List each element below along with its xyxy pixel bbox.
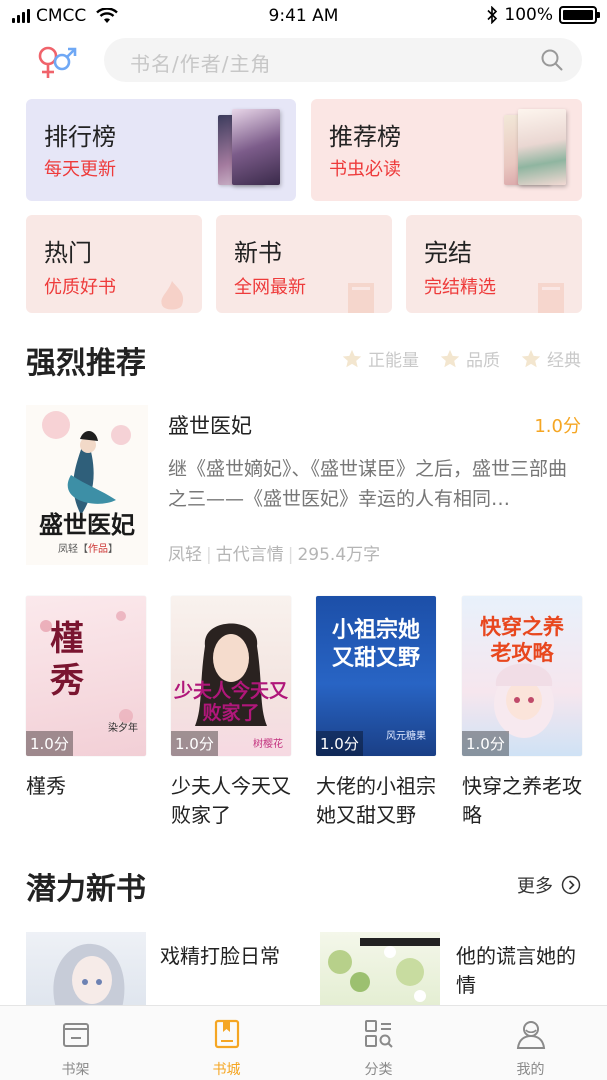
bookshelf-icon xyxy=(63,1023,89,1047)
book-title: 快穿之养老攻略 xyxy=(462,774,582,827)
book-deco-icon xyxy=(348,283,374,313)
book-cover-title: 少夫人今天又败家了 xyxy=(173,680,288,724)
flame-icon xyxy=(161,281,184,310)
new-subtitle: 全网最新 xyxy=(234,277,306,298)
featured-words: 295.4万字 xyxy=(297,545,381,565)
tab-profile[interactable]: 我的 xyxy=(455,1006,606,1080)
new-book-title: 他的谎言她的情 xyxy=(456,944,576,997)
hot-subtitle: 优质好书 xyxy=(44,277,116,298)
recommend-list-card[interactable]: 推荐榜 书虫必读 xyxy=(311,99,582,201)
finished-subtitle: 完结精选 xyxy=(424,277,496,298)
book-title: 少夫人今天又败家了 xyxy=(171,774,291,827)
tab-label: 书架 xyxy=(61,1062,90,1078)
tag-label: 品质 xyxy=(466,351,500,371)
tab-label: 我的 xyxy=(516,1062,545,1078)
book-deco-icon xyxy=(538,283,564,313)
book-cover: 小祖宗她又甜又野 风元糖果 1.0分 xyxy=(316,596,436,756)
tab-category[interactable]: 分类 xyxy=(303,1006,454,1080)
ranking-title: 排行榜 xyxy=(44,123,116,151)
more-label: 更多 xyxy=(517,876,553,897)
featured-book-meta: 凤轻 | 古代言情 | 295.4万字 xyxy=(168,545,381,565)
profile-icon xyxy=(516,1021,546,1049)
recommend-list-subtitle: 书虫必读 xyxy=(329,159,401,180)
featured-cover-title: 盛世医妃 xyxy=(39,510,135,539)
book-cover-author: 树樱花 xyxy=(253,739,283,750)
tag-label: 正能量 xyxy=(368,351,419,371)
book-item[interactable]: 槿秀 染夕年 1.0分 槿秀 xyxy=(26,596,148,830)
tab-bar: 书架 书城 分类 我的 xyxy=(0,1005,607,1080)
book-item[interactable]: 快穿之养老攻略 1.0分 快穿之养老攻略 xyxy=(462,596,584,830)
finished-card[interactable]: 完结 完结精选 xyxy=(406,215,582,313)
search-header: 书名/作者/主角 xyxy=(0,36,607,86)
book-title: 大佬的小祖宗她又甜又野 xyxy=(316,774,436,827)
star-icon xyxy=(440,349,460,367)
featured-cover-author: 凤轻【作品】 xyxy=(58,544,118,555)
book-cover-author: 染夕年 xyxy=(108,723,138,734)
book-cover-title: 小祖宗她又甜又野 xyxy=(331,617,420,671)
book-score: 1.0分 xyxy=(171,731,218,756)
featured-book-cover[interactable]: 盛世医妃 凤轻【作品】 xyxy=(26,405,148,565)
featured-book-score: 1.0分 xyxy=(534,416,581,437)
bluetooth-icon xyxy=(487,6,498,24)
status-bar: CMCC 9:41 AM 100% xyxy=(0,0,607,32)
recommend-book-stack xyxy=(504,109,566,191)
book-cover-author: 风元糖果 xyxy=(386,731,426,742)
book-item[interactable]: 少夫人今天又败家了 树樱花 1.0分 少夫人今天又败家了 xyxy=(171,596,293,830)
recommend-tags: 正能量 品质 经典 xyxy=(341,346,581,371)
book-item[interactable]: 小祖宗她又甜又野 风元糖果 1.0分 大佬的小祖宗她又甜又野 xyxy=(316,596,438,830)
book-score: 1.0分 xyxy=(462,731,509,756)
book-cover: 少夫人今天又败家了 树樱花 1.0分 xyxy=(171,596,291,756)
hot-title: 热门 xyxy=(44,239,92,267)
book-cover: 槿秀 染夕年 1.0分 xyxy=(26,596,146,756)
tab-bookshelf[interactable]: 书架 xyxy=(0,1006,151,1080)
new-title: 新书 xyxy=(234,239,282,267)
tab-label: 分类 xyxy=(364,1062,393,1078)
tag-classic[interactable]: 经典 xyxy=(520,346,581,371)
gender-switch-icon[interactable] xyxy=(34,42,80,82)
new-book-cover xyxy=(26,932,146,1008)
battery-percent: 100% xyxy=(504,5,553,25)
tag-positive[interactable]: 正能量 xyxy=(341,346,419,371)
tag-label: 经典 xyxy=(547,351,581,371)
book-score: 1.0分 xyxy=(26,731,73,756)
search-placeholder: 书名/作者/主角 xyxy=(130,52,272,76)
search-icon[interactable] xyxy=(540,48,564,72)
featured-author: 凤轻 xyxy=(168,545,202,565)
chevron-right-icon xyxy=(561,875,581,895)
new-book-title: 戏精打脸日常 xyxy=(160,944,280,968)
new-book-cover xyxy=(320,932,440,1008)
status-right: 100% xyxy=(486,5,600,25)
featured-genre: 古代言情 xyxy=(215,545,284,565)
ranking-subtitle: 每天更新 xyxy=(44,159,116,180)
ranking-book-stack xyxy=(218,109,280,191)
recommend-section-title: 强烈推荐 xyxy=(26,346,146,381)
tab-label: 书城 xyxy=(212,1062,241,1078)
book-cover: 快穿之养老攻略 1.0分 xyxy=(462,596,582,756)
hot-card[interactable]: 热门 优质好书 xyxy=(26,215,202,313)
category-icon xyxy=(365,1020,393,1048)
featured-book-description: 继《盛世嫡妃》、《盛世谋臣》之后，盛世三部曲之三——《盛世医妃》幸运的人有相同… xyxy=(168,458,568,510)
book-cover-title: 槿秀 xyxy=(50,619,84,701)
tab-bookstore[interactable]: 书城 xyxy=(151,1006,302,1080)
bookstore-icon xyxy=(214,1019,240,1049)
new-books-section-title: 潜力新书 xyxy=(26,872,146,907)
battery-icon xyxy=(559,6,600,24)
tag-quality[interactable]: 品质 xyxy=(439,346,500,371)
search-input[interactable]: 书名/作者/主角 xyxy=(104,38,582,82)
book-cover-title: 快穿之养老攻略 xyxy=(480,614,564,665)
recommend-list-title: 推荐榜 xyxy=(329,123,401,151)
new-card[interactable]: 新书 全网最新 xyxy=(216,215,392,313)
book-title: 槿秀 xyxy=(26,774,66,798)
star-icon xyxy=(342,349,362,367)
finished-title: 完结 xyxy=(424,239,472,267)
ranking-card[interactable]: 排行榜 每天更新 xyxy=(26,99,296,201)
featured-book-title[interactable]: 盛世医妃 xyxy=(168,410,252,440)
book-score: 1.0分 xyxy=(316,731,363,756)
star-icon xyxy=(521,349,541,367)
more-link[interactable]: 更多 xyxy=(517,872,581,898)
